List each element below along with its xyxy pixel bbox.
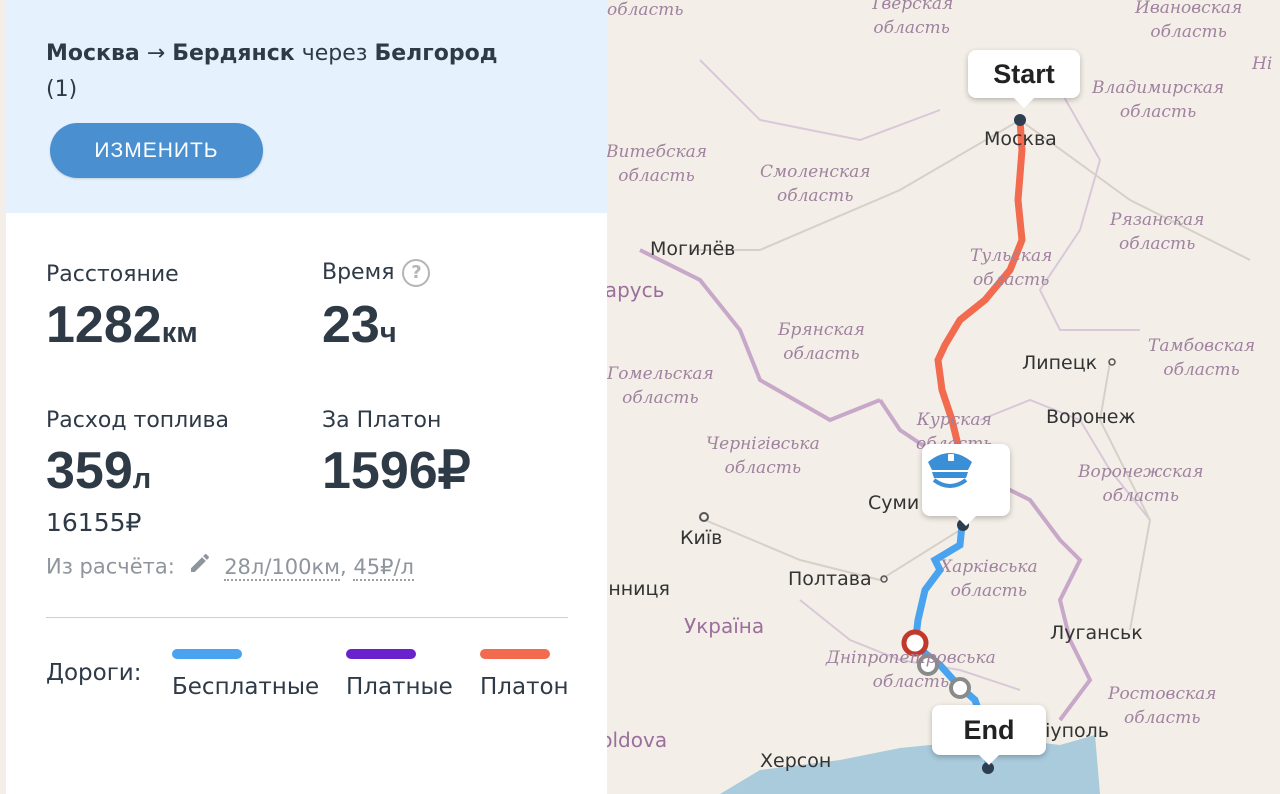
fuel-value: 359л [46,442,151,508]
region-label: Ростовская область [1108,684,1217,728]
change-route-button[interactable]: ИЗМЕНИТЬ [50,123,263,178]
city-label: Москва [984,128,1057,150]
region-label: Дніпропетровська область [826,648,996,692]
fuel-price-link[interactable]: 45₽/л [353,554,414,581]
route-title: Москва → Бердянск через Белгород (1) [46,36,586,108]
legend-platon-label: Платон [480,674,569,700]
route-arrow: → [146,41,166,66]
platon-label: За Платон [322,408,442,433]
region-label: Тверская область [870,0,954,38]
fuel-unit: л [132,463,152,495]
legend-free-label: Бесплатные [172,674,320,700]
region-label: Ивановская область [1135,0,1243,42]
route-via: Белгород [374,41,498,66]
police-checkpoint-pin[interactable] [922,444,1010,526]
region-label: область [607,0,684,20]
region-label: Рязанская область [1110,210,1205,254]
pencil-icon[interactable] [188,551,212,580]
calc-line: Из расчёта: 28л/100км, 45₽/л [46,551,414,584]
distance-unit: км [161,317,198,349]
city-label: Луганськ [1050,622,1143,644]
police-cap-icon [928,453,972,488]
city-label: Могилёв [650,238,736,260]
route-via-count: (1) [46,77,78,102]
distance-value: 1282км [46,296,198,362]
consumption-link[interactable]: 28л/100км [224,554,341,581]
fuel-cost: 16155₽ [46,508,142,537]
city-label: Київ [680,527,723,549]
region-label: Ні [1252,54,1273,74]
region-label: Харківська область [940,557,1038,601]
time-unit: ч [379,317,397,349]
time-label-text: Время [322,260,395,285]
legend-toll-label: Платные [346,674,453,700]
calc-separator: , [340,554,347,579]
city-label: Полтава [788,568,872,590]
city-label: Липецк [1022,352,1098,374]
start-dot [1014,114,1026,126]
platon-value: 1596₽ [322,442,471,500]
fuel-number: 359 [46,442,133,500]
region-label: Витебская область [606,142,708,186]
time-value: 23ч [322,296,397,362]
route-to: Бердянск [172,41,295,66]
start-pin[interactable]: Start [968,50,1080,108]
legend-platon-swatch [480,649,550,659]
route-summary-panel: Москва → Бердянск через Белгород (1) ИЗМ… [6,0,607,794]
city-label: Херсон [760,750,832,772]
calc-prefix: Из расчёта: [46,554,175,579]
time-number: 23 [322,296,380,354]
region-label: Владимирская область [1092,78,1225,122]
region-label: Брянская область [778,320,865,364]
legend-free-swatch [172,649,242,659]
region-label: Тульская область [970,246,1053,290]
time-label: Время? [322,259,431,287]
region-label: Гомельская область [607,364,714,408]
city-dot [699,512,709,522]
region-label: Смоленская область [760,162,871,206]
city-label: Суми [868,492,920,514]
region-label: Тамбовская область [1148,336,1256,380]
distance-number: 1282 [46,296,162,354]
roads-legend-title: Дороги: [46,660,142,686]
help-icon[interactable]: ? [402,259,431,287]
city-label: Воронеж [1046,406,1136,428]
region-label: Чернігівська область [706,434,820,478]
divider [46,617,568,618]
region-border [699,59,941,142]
fuel-label: Расход топлива [46,408,229,433]
region-label: Воронежская область [1078,462,1204,506]
end-pin[interactable]: End [932,705,1046,765]
legend-toll-swatch [346,649,416,659]
route-from: Москва [46,41,140,66]
country-label: Україна [684,614,765,638]
distance-label: Расстояние [46,262,179,287]
route-via-word: через [301,41,368,66]
route-header: Москва → Бердянск через Белгород (1) ИЗМ… [6,0,607,213]
